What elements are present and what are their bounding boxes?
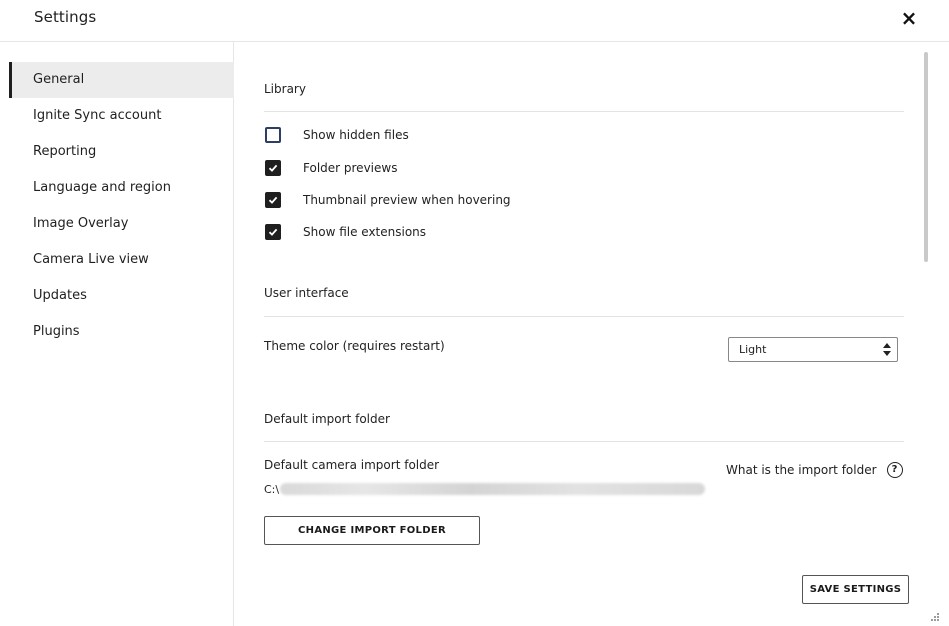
user-interface-divider bbox=[264, 316, 904, 317]
settings-content: Library Show hidden files Folder preview… bbox=[235, 42, 949, 626]
settings-sidebar: General Ignite Sync account Reporting La… bbox=[0, 42, 234, 626]
content-scrollbar[interactable] bbox=[924, 52, 928, 552]
thumbnail-preview-label: Thumbnail preview when hovering bbox=[303, 193, 511, 207]
save-settings-button[interactable]: SAVE SETTINGS bbox=[802, 575, 909, 604]
show-hidden-files-checkbox[interactable] bbox=[265, 127, 281, 143]
thumbnail-preview-checkbox[interactable] bbox=[265, 192, 281, 208]
scrollbar-thumb[interactable] bbox=[924, 52, 928, 262]
sidebar-item-general[interactable]: General bbox=[9, 62, 234, 98]
library-section-title: Library bbox=[264, 82, 306, 96]
sidebar-item-image-overlay[interactable]: Image Overlay bbox=[9, 206, 234, 242]
question-circle-icon[interactable]: ? bbox=[886, 462, 903, 478]
camera-import-folder-label: Default camera import folder bbox=[264, 458, 440, 472]
import-folder-help-text: What is the import folder bbox=[726, 463, 877, 477]
dialog-title: Settings bbox=[34, 8, 97, 26]
sort-arrows-icon bbox=[883, 343, 891, 356]
close-icon[interactable]: × bbox=[898, 6, 920, 30]
change-import-folder-button[interactable]: CHANGE IMPORT FOLDER bbox=[264, 516, 480, 545]
folder-previews-option[interactable]: Folder previews bbox=[265, 158, 397, 178]
show-hidden-files-option[interactable]: Show hidden files bbox=[265, 125, 409, 145]
resize-grip-icon[interactable] bbox=[930, 612, 940, 622]
sidebar-item-language-and-region[interactable]: Language and region bbox=[9, 170, 234, 206]
dialog-header: Settings × bbox=[0, 0, 949, 42]
sidebar-item-updates[interactable]: Updates bbox=[9, 278, 234, 314]
import-folder-help[interactable]: What is the import folder ? bbox=[726, 462, 903, 478]
import-folder-divider bbox=[264, 441, 904, 442]
library-divider bbox=[264, 111, 904, 112]
show-file-extensions-label: Show file extensions bbox=[303, 225, 427, 239]
import-folder-path: C:\ bbox=[264, 480, 706, 498]
show-file-extensions-checkbox[interactable] bbox=[265, 224, 281, 240]
sidebar-item-reporting[interactable]: Reporting bbox=[9, 134, 234, 170]
user-interface-section-title: User interface bbox=[264, 286, 349, 300]
show-file-extensions-option[interactable]: Show file extensions bbox=[265, 222, 426, 242]
import-folder-section-title: Default import folder bbox=[264, 412, 390, 426]
checkmark-icon bbox=[268, 196, 278, 204]
theme-color-select[interactable]: Light bbox=[728, 337, 898, 362]
theme-color-value: Light bbox=[739, 343, 767, 356]
import-folder-path-prefix: C:\ bbox=[264, 482, 280, 496]
import-folder-path-redacted bbox=[280, 483, 706, 495]
sidebar-item-plugins[interactable]: Plugins bbox=[9, 314, 234, 350]
thumbnail-preview-option[interactable]: Thumbnail preview when hovering bbox=[265, 190, 511, 210]
folder-previews-label: Folder previews bbox=[303, 161, 398, 175]
sidebar-item-ignite-sync-account[interactable]: Ignite Sync account bbox=[9, 98, 234, 134]
folder-previews-checkbox[interactable] bbox=[265, 160, 281, 176]
sidebar-item-camera-live-view[interactable]: Camera Live view bbox=[9, 242, 234, 278]
show-hidden-files-label: Show hidden files bbox=[303, 128, 409, 142]
checkmark-icon bbox=[268, 164, 278, 172]
theme-color-label: Theme color (requires restart) bbox=[264, 339, 445, 353]
checkmark-icon bbox=[268, 228, 278, 236]
